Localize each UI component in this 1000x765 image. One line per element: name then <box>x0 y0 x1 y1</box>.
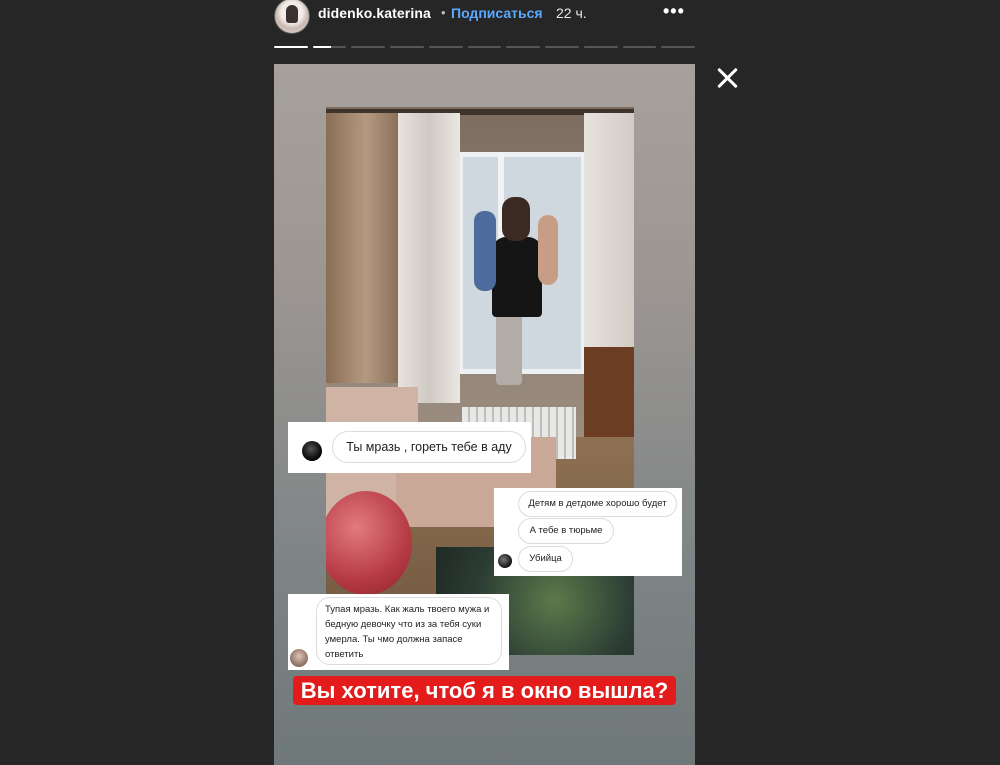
separator-dot: • <box>441 5 446 20</box>
progress-segment <box>661 46 696 48</box>
progress-segment <box>506 46 541 48</box>
story-frame[interactable]: Ты мразь , гореть тебе в аду Детям в дет… <box>274 64 695 765</box>
comment-card: Детям в детдоме хорошо будет А тебе в тю… <box>494 488 682 576</box>
close-icon[interactable] <box>714 65 740 91</box>
comment-card: Тупая мразь. Как жаль твоего мужа и бедн… <box>288 594 509 670</box>
progress-segment <box>390 46 424 48</box>
progress-segment <box>312 46 347 48</box>
progress-segment <box>583 46 618 48</box>
story-caption: Вы хотите, чтоб я в окно вышла? <box>274 674 695 708</box>
subscribe-button[interactable]: Подписаться <box>451 5 543 21</box>
progress-segment <box>622 46 657 48</box>
story-progress <box>274 46 696 49</box>
progress-segment <box>274 46 308 48</box>
commenter-avatar <box>302 441 322 461</box>
progress-segment <box>351 46 386 48</box>
comment-bubble: Тупая мразь. Как жаль твоего мужа и бедн… <box>316 597 502 665</box>
progress-segment <box>467 46 502 48</box>
commenter-avatar <box>290 649 308 667</box>
comment-bubble: Ты мразь , гореть тебе в аду <box>332 431 526 463</box>
progress-segment <box>428 46 463 48</box>
comment-bubble: Детям в детдоме хорошо будет <box>518 491 677 517</box>
comment-card: Ты мразь , гореть тебе в аду <box>288 422 531 473</box>
commenter-avatar <box>498 554 512 568</box>
username[interactable]: didenko.katerina <box>318 5 431 21</box>
progress-segment <box>545 46 579 48</box>
more-icon[interactable]: ••• <box>663 1 685 22</box>
comment-bubble: А тебе в тюрьме <box>518 518 614 544</box>
post-time: 22 ч. <box>556 5 587 21</box>
caption-text: Вы хотите, чтоб я в окно вышла? <box>292 676 677 705</box>
profile-avatar[interactable] <box>274 0 310 34</box>
comment-bubble: Убийца <box>518 546 573 572</box>
